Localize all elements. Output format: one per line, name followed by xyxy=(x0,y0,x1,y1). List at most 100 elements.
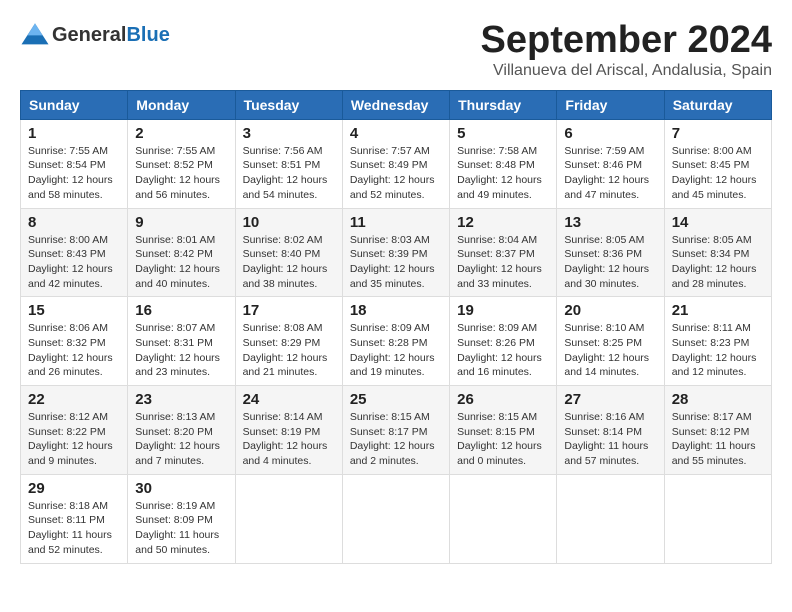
day-info: Sunrise: 7:57 AMSunset: 8:49 PMDaylight:… xyxy=(350,144,442,203)
calendar-week-row-1: 1Sunrise: 7:55 AMSunset: 8:54 PMDaylight… xyxy=(21,119,772,208)
calendar-day-cell: 19Sunrise: 8:09 AMSunset: 8:26 PMDayligh… xyxy=(450,297,557,386)
day-info: Sunrise: 8:07 AMSunset: 8:31 PMDaylight:… xyxy=(135,321,227,380)
day-number: 9 xyxy=(135,214,227,231)
location-title: Villanueva del Ariscal, Andalusia, Spain xyxy=(481,62,773,80)
calendar-day-cell: 14Sunrise: 8:05 AMSunset: 8:34 PMDayligh… xyxy=(664,208,771,297)
calendar-day-cell: 29 Sunrise: 8:18 AMSunset: 8:11 PMDayligh… xyxy=(21,474,128,563)
day-number: 3 xyxy=(243,125,335,142)
calendar-day-cell: 15Sunrise: 8:06 AMSunset: 8:32 PMDayligh… xyxy=(21,297,128,386)
day-info: Sunrise: 8:05 AMSunset: 8:36 PMDaylight:… xyxy=(564,233,656,292)
empty-cell xyxy=(664,474,771,563)
calendar-weekday-monday: Monday xyxy=(128,90,235,119)
day-number: 19 xyxy=(457,302,549,319)
calendar-day-cell: 25 Sunrise: 8:15 AMSunset: 8:17 PMDayligh… xyxy=(342,386,449,475)
logo-blue-text: Blue xyxy=(126,24,169,47)
calendar-day-cell: 24 Sunrise: 8:14 AMSunset: 8:19 PMDayligh… xyxy=(235,386,342,475)
calendar-day-cell: 3 Sunrise: 7:56 AMSunset: 8:51 PMDaylight… xyxy=(235,119,342,208)
calendar-day-cell: 4Sunrise: 7:57 AMSunset: 8:49 PMDaylight… xyxy=(342,119,449,208)
day-info: Sunrise: 8:16 AMSunset: 8:14 PMDaylight:… xyxy=(564,410,656,469)
calendar-day-cell: 21 Sunrise: 8:11 AMSunset: 8:23 PMDayligh… xyxy=(664,297,771,386)
calendar-day-cell: 27 Sunrise: 8:16 AMSunset: 8:14 PMDayligh… xyxy=(557,386,664,475)
calendar-day-cell: 16 Sunrise: 8:07 AMSunset: 8:31 PMDayligh… xyxy=(128,297,235,386)
calendar-day-cell: 20 Sunrise: 8:10 AMSunset: 8:25 PMDayligh… xyxy=(557,297,664,386)
logo-general-text: General xyxy=(52,24,126,47)
day-number: 20 xyxy=(564,302,656,319)
calendar-day-cell: 30 Sunrise: 8:19 AMSunset: 8:09 PMDayligh… xyxy=(128,474,235,563)
calendar-weekday-wednesday: Wednesday xyxy=(342,90,449,119)
calendar-day-cell: 5Sunrise: 7:58 AMSunset: 8:48 PMDaylight… xyxy=(450,119,557,208)
day-info: Sunrise: 8:09 AMSunset: 8:28 PMDaylight:… xyxy=(350,321,442,380)
day-number: 14 xyxy=(672,214,764,231)
day-info: Sunrise: 7:58 AMSunset: 8:48 PMDaylight:… xyxy=(457,144,549,203)
calendar-day-cell: 10 Sunrise: 8:02 AMSunset: 8:40 PMDayligh… xyxy=(235,208,342,297)
calendar-day-cell: 12 Sunrise: 8:04 AMSunset: 8:37 PMDayligh… xyxy=(450,208,557,297)
day-info: Sunrise: 8:00 AMSunset: 8:43 PMDaylight:… xyxy=(28,233,120,292)
day-number: 16 xyxy=(135,302,227,319)
day-info: Sunrise: 8:04 AMSunset: 8:37 PMDaylight:… xyxy=(457,233,549,292)
calendar-weekday-tuesday: Tuesday xyxy=(235,90,342,119)
calendar-day-cell: 6 Sunrise: 7:59 AMSunset: 8:46 PMDaylight… xyxy=(557,119,664,208)
day-info: Sunrise: 8:12 AMSunset: 8:22 PMDaylight:… xyxy=(28,410,120,469)
empty-cell xyxy=(342,474,449,563)
day-info: Sunrise: 8:19 AMSunset: 8:09 PMDaylight:… xyxy=(135,499,227,558)
generalblue-logo-icon xyxy=(20,20,50,50)
day-info: Sunrise: 8:15 AMSunset: 8:15 PMDaylight:… xyxy=(457,410,549,469)
day-number: 29 xyxy=(28,480,120,497)
day-info: Sunrise: 8:14 AMSunset: 8:19 PMDaylight:… xyxy=(243,410,335,469)
day-info: Sunrise: 8:15 AMSunset: 8:17 PMDaylight:… xyxy=(350,410,442,469)
day-info: Sunrise: 7:56 AMSunset: 8:51 PMDaylight:… xyxy=(243,144,335,203)
calendar-day-cell: 7Sunrise: 8:00 AMSunset: 8:45 PMDaylight… xyxy=(664,119,771,208)
calendar-day-cell: 13Sunrise: 8:05 AMSunset: 8:36 PMDayligh… xyxy=(557,208,664,297)
day-number: 6 xyxy=(564,125,656,142)
calendar-day-cell: 28Sunrise: 8:17 AMSunset: 8:12 PMDayligh… xyxy=(664,386,771,475)
calendar-week-row-4: 22 Sunrise: 8:12 AMSunset: 8:22 PMDayligh… xyxy=(21,386,772,475)
calendar-week-row-5: 29 Sunrise: 8:18 AMSunset: 8:11 PMDayligh… xyxy=(21,474,772,563)
day-info: Sunrise: 7:59 AMSunset: 8:46 PMDaylight:… xyxy=(564,144,656,203)
calendar-day-cell: 26 Sunrise: 8:15 AMSunset: 8:15 PMDayligh… xyxy=(450,386,557,475)
day-number: 26 xyxy=(457,391,549,408)
day-number: 21 xyxy=(672,302,764,319)
empty-cell xyxy=(557,474,664,563)
calendar-weekday-sunday: Sunday xyxy=(21,90,128,119)
day-info: Sunrise: 8:08 AMSunset: 8:29 PMDaylight:… xyxy=(243,321,335,380)
day-number: 24 xyxy=(243,391,335,408)
month-title: September 2024 xyxy=(481,20,773,62)
day-number: 1 xyxy=(28,125,120,142)
day-number: 28 xyxy=(672,391,764,408)
calendar-day-cell: 22 Sunrise: 8:12 AMSunset: 8:22 PMDayligh… xyxy=(21,386,128,475)
calendar-week-row-3: 15Sunrise: 8:06 AMSunset: 8:32 PMDayligh… xyxy=(21,297,772,386)
day-info: Sunrise: 8:00 AMSunset: 8:45 PMDaylight:… xyxy=(672,144,764,203)
calendar-day-cell: 9 Sunrise: 8:01 AMSunset: 8:42 PMDaylight… xyxy=(128,208,235,297)
day-number: 11 xyxy=(350,214,442,231)
day-number: 30 xyxy=(135,480,227,497)
day-number: 22 xyxy=(28,391,120,408)
calendar-week-row-2: 8 Sunrise: 8:00 AMSunset: 8:43 PMDaylight… xyxy=(21,208,772,297)
day-number: 10 xyxy=(243,214,335,231)
day-info: Sunrise: 8:06 AMSunset: 8:32 PMDaylight:… xyxy=(28,321,120,380)
day-number: 8 xyxy=(28,214,120,231)
calendar-day-cell: 18Sunrise: 8:09 AMSunset: 8:28 PMDayligh… xyxy=(342,297,449,386)
logo: GeneralBlue xyxy=(20,20,170,50)
day-info: Sunrise: 8:13 AMSunset: 8:20 PMDaylight:… xyxy=(135,410,227,469)
calendar-day-cell: 17Sunrise: 8:08 AMSunset: 8:29 PMDayligh… xyxy=(235,297,342,386)
title-section: September 2024 Villanueva del Ariscal, A… xyxy=(481,20,773,80)
page-header: GeneralBlue September 2024 Villanueva de… xyxy=(20,20,772,80)
calendar-day-cell: 8 Sunrise: 8:00 AMSunset: 8:43 PMDaylight… xyxy=(21,208,128,297)
calendar-day-cell: 11 Sunrise: 8:03 AMSunset: 8:39 PMDayligh… xyxy=(342,208,449,297)
day-number: 23 xyxy=(135,391,227,408)
calendar-header-row: SundayMondayTuesdayWednesdayThursdayFrid… xyxy=(21,90,772,119)
day-info: Sunrise: 8:10 AMSunset: 8:25 PMDaylight:… xyxy=(564,321,656,380)
calendar-day-cell: 2Sunrise: 7:55 AMSunset: 8:52 PMDaylight… xyxy=(128,119,235,208)
empty-cell xyxy=(235,474,342,563)
day-info: Sunrise: 8:18 AMSunset: 8:11 PMDaylight:… xyxy=(28,499,120,558)
calendar-weekday-saturday: Saturday xyxy=(664,90,771,119)
empty-cell xyxy=(450,474,557,563)
day-info: Sunrise: 8:02 AMSunset: 8:40 PMDaylight:… xyxy=(243,233,335,292)
day-number: 12 xyxy=(457,214,549,231)
day-info: Sunrise: 8:01 AMSunset: 8:42 PMDaylight:… xyxy=(135,233,227,292)
day-info: Sunrise: 8:03 AMSunset: 8:39 PMDaylight:… xyxy=(350,233,442,292)
day-info: Sunrise: 8:11 AMSunset: 8:23 PMDaylight:… xyxy=(672,321,764,380)
day-number: 25 xyxy=(350,391,442,408)
day-number: 27 xyxy=(564,391,656,408)
day-info: Sunrise: 7:55 AMSunset: 8:52 PMDaylight:… xyxy=(135,144,227,203)
